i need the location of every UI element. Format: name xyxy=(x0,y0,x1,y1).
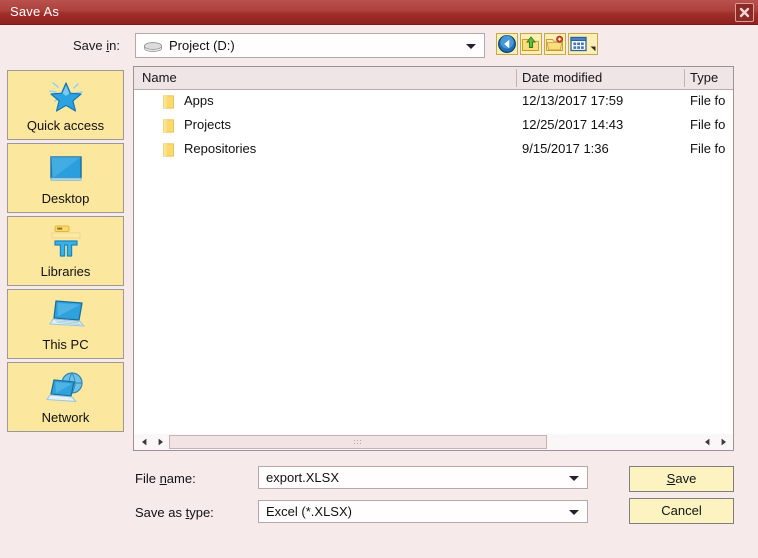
chevron-down-icon[interactable] xyxy=(569,510,579,515)
file-list-panel: Name Date modified Type Apps 12/13/2017 … xyxy=(133,66,734,450)
folder-icon xyxy=(163,95,174,109)
file-name: Repositories xyxy=(184,141,257,156)
sidebar-item-label: Network xyxy=(41,410,90,425)
save-as-type-dropdown[interactable]: Excel (*.XLSX) xyxy=(258,500,588,523)
table-row[interactable]: Repositories 9/15/2017 1:36 File fo xyxy=(134,138,733,162)
file-name-input[interactable]: export.XLSX xyxy=(258,466,588,489)
libraries-icon xyxy=(8,223,123,261)
views-button[interactable] xyxy=(568,33,598,55)
views-grid-icon xyxy=(570,36,596,52)
folder-icon xyxy=(163,143,174,157)
file-name: Apps xyxy=(184,93,214,108)
up-one-level-button[interactable] xyxy=(520,33,542,55)
save-as-type-label: Save as type: xyxy=(135,505,214,520)
back-arrow-icon xyxy=(498,35,516,53)
triangle-right-icon xyxy=(158,438,163,446)
triangle-left-icon xyxy=(141,438,146,446)
close-icon xyxy=(739,7,750,18)
scroll-right-button-secondary[interactable] xyxy=(152,434,168,449)
sidebar-item-label: Desktop xyxy=(41,191,90,206)
sidebar-item-label: Quick access xyxy=(26,118,105,133)
up-folder-icon xyxy=(522,36,539,51)
column-header-date-modified[interactable]: Date modified xyxy=(522,67,682,89)
file-list-header: Name Date modified Type xyxy=(134,67,733,90)
chevron-down-icon xyxy=(466,44,476,49)
cancel-button[interactable]: Cancel xyxy=(629,498,734,524)
column-header-name[interactable]: Name xyxy=(142,67,512,89)
monitor-icon xyxy=(8,150,123,188)
new-folder-icon xyxy=(546,35,564,51)
sidebar-item-label: Libraries xyxy=(40,264,91,279)
scroll-left-button[interactable] xyxy=(136,434,152,449)
save-in-value: Project (D:) xyxy=(169,38,235,53)
file-name: Projects xyxy=(184,117,231,132)
file-date-modified: 12/25/2017 14:43 xyxy=(522,117,624,132)
save-button[interactable]: Save xyxy=(629,466,734,492)
laptop-icon xyxy=(8,296,123,334)
sidebar-item-label: This PC xyxy=(42,337,89,352)
folder-icon xyxy=(163,119,174,133)
table-row[interactable]: Apps 12/13/2017 17:59 File fo xyxy=(134,90,733,114)
back-button[interactable] xyxy=(496,33,518,55)
sidebar-item-quick-access[interactable]: Quick access xyxy=(7,70,124,140)
window-title: Save As xyxy=(10,4,60,19)
scrollbar-thumb[interactable] xyxy=(169,435,547,449)
scroll-right-button[interactable] xyxy=(715,434,731,449)
scrollbar-grip-icon xyxy=(353,439,363,445)
column-divider[interactable] xyxy=(684,69,685,87)
file-name-value: export.XLSX xyxy=(266,470,339,485)
column-divider[interactable] xyxy=(516,69,517,87)
column-header-type[interactable]: Type xyxy=(690,67,733,89)
file-type: File fo xyxy=(690,117,726,132)
title-bar: Save As xyxy=(0,0,758,25)
star-icon xyxy=(8,77,123,115)
network-globe-icon xyxy=(8,369,123,407)
file-list-rows: Apps 12/13/2017 17:59 File fo Projects 1… xyxy=(134,90,733,162)
file-date-modified: 12/13/2017 17:59 xyxy=(522,93,624,108)
file-name-label: File name: xyxy=(135,471,196,486)
sidebar-item-libraries[interactable]: Libraries xyxy=(7,216,124,286)
save-in-dropdown[interactable]: Project (D:) xyxy=(135,33,485,58)
chevron-down-icon[interactable] xyxy=(569,476,579,481)
horizontal-scrollbar[interactable] xyxy=(133,434,734,451)
sidebar-item-desktop[interactable]: Desktop xyxy=(7,143,124,213)
triangle-right-icon xyxy=(721,438,726,446)
table-row[interactable]: Projects 12/25/2017 14:43 File fo xyxy=(134,114,733,138)
save-as-type-value: Excel (*.XLSX) xyxy=(266,504,352,519)
save-in-label: Save in: xyxy=(73,38,120,53)
triangle-left-icon xyxy=(704,438,709,446)
file-type: File fo xyxy=(690,93,726,108)
drive-icon xyxy=(144,42,162,52)
file-date-modified: 9/15/2017 1:36 xyxy=(522,141,609,156)
new-folder-button[interactable] xyxy=(544,33,566,55)
save-as-dialog: Save As Save in: Project (D:) Quick acce… xyxy=(0,0,758,558)
sidebar-item-this-pc[interactable]: This PC xyxy=(7,289,124,359)
file-type: File fo xyxy=(690,141,726,156)
close-button[interactable] xyxy=(735,3,754,22)
scroll-left-button-secondary[interactable] xyxy=(699,434,715,449)
sidebar-item-network[interactable]: Network xyxy=(7,362,124,432)
